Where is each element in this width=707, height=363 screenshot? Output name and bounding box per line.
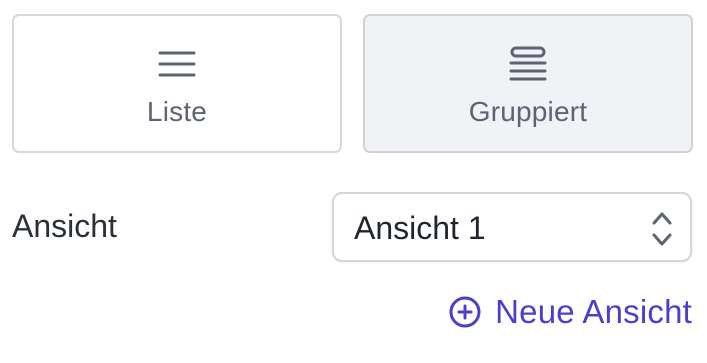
- view-label: Ansicht: [12, 208, 117, 244]
- layout-option-label: Liste: [146, 95, 208, 127]
- view-select-value: Ansicht 1: [354, 210, 486, 246]
- list-icon: [158, 51, 196, 76]
- layout-option-grouped[interactable]: Gruppiert: [363, 14, 693, 153]
- plus-circle-icon: [449, 296, 481, 328]
- view-row: Ansicht Ansicht 1: [12, 192, 692, 262]
- chevron-up-down-icon: [652, 212, 672, 246]
- layout-option-list[interactable]: Liste: [12, 14, 342, 153]
- grouped-list-icon: [509, 46, 547, 80]
- view-select[interactable]: Ansicht 1: [332, 192, 692, 262]
- new-view-label: Neue Ansicht: [495, 293, 692, 330]
- layout-toggle: Liste Gruppiert: [12, 14, 693, 153]
- new-view-button[interactable]: Neue Ansicht: [449, 293, 692, 331]
- view-settings-panel: Liste Gruppiert Ansicht Ansicht 1 Neue A…: [0, 0, 707, 363]
- layout-option-label: Gruppiert: [468, 95, 588, 127]
